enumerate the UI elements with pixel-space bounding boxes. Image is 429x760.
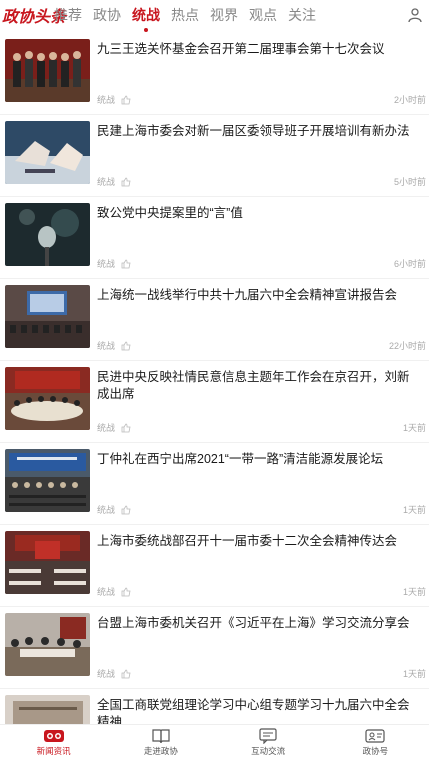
- news-title: 民建上海市委会对新一届区委领导班子开展培训有新办法: [97, 124, 410, 138]
- tab-hot[interactable]: 热点: [171, 5, 199, 25]
- news-title: 台盟上海市委机关召开《习近平在上海》学习交流分享会: [97, 616, 410, 630]
- thumbs-up-icon[interactable]: [121, 177, 131, 187]
- news-source: 统战: [97, 341, 116, 351]
- id-card-icon: [365, 729, 385, 743]
- thumbs-up-icon[interactable]: [121, 341, 131, 351]
- nav-cppcc-account[interactable]: 政协号: [322, 725, 429, 760]
- top-bar: 政协头条 推荐 政协 统战 热点 视界 观点 关注: [0, 0, 429, 32]
- thumbs-up-icon[interactable]: [121, 423, 131, 433]
- news-source: 统战: [97, 669, 116, 679]
- news-meta: 统战: [97, 175, 131, 188]
- news-source: 统战: [97, 505, 116, 515]
- news-glasses-icon: [43, 730, 64, 742]
- news-meta: 统战: [97, 667, 131, 680]
- news-source: 统战: [97, 587, 116, 597]
- nav-about-cppcc[interactable]: 走进政协: [107, 725, 214, 760]
- news-thumbnail: [5, 367, 90, 430]
- news-item[interactable]: 上海统一战线举行中共十九届六中全会精神宣讲报告会 统战 22小时前: [0, 279, 429, 361]
- news-meta: 统战: [97, 257, 131, 270]
- news-item[interactable]: 上海市委统战部召开十一届市委十二次全会精神传达会 统战 1天前: [0, 525, 429, 607]
- news-time: 6小时前: [393, 259, 426, 269]
- user-icon[interactable]: [407, 7, 423, 23]
- bottom-nav: 新闻资讯 走进政协 互动交流 政协号: [0, 724, 429, 760]
- thumbs-up-icon[interactable]: [121, 669, 131, 679]
- news-source: 统战: [97, 423, 116, 433]
- news-time: 5小时前: [393, 177, 426, 187]
- nav-label: 政协号: [362, 746, 389, 756]
- news-meta: 统战: [97, 339, 131, 352]
- news-time: 1天前: [402, 423, 426, 433]
- thumbs-up-icon[interactable]: [121, 259, 131, 269]
- news-item[interactable]: 丁仲礼在西宁出席2021“一带一路”清洁能源发展论坛 统战 1天前: [0, 443, 429, 525]
- news-thumbnail: [5, 285, 90, 348]
- nav-label: 新闻资讯: [36, 746, 71, 756]
- news-title: 上海统一战线举行中共十九届六中全会精神宣讲报告会: [97, 288, 398, 302]
- news-title: 致公党中央提案里的“言”值: [97, 206, 243, 220]
- news-source: 统战: [97, 95, 116, 105]
- news-thumbnail: [5, 39, 90, 102]
- news-title: 上海市委统战部召开十一届市委十二次全会精神传达会: [97, 534, 398, 548]
- news-time: 1天前: [402, 669, 426, 679]
- news-thumbnail: [5, 121, 90, 184]
- news-item[interactable]: 台盟上海市委机关召开《习近平在上海》学习交流分享会 统战 1天前: [0, 607, 429, 689]
- nav-news[interactable]: 新闻资讯: [0, 725, 107, 760]
- tab-vision[interactable]: 视界: [210, 5, 238, 25]
- tab-united-front[interactable]: 统战: [132, 5, 160, 32]
- news-title: 民进中央反映社情民意信息主题年工作会在京召开，刘新成出席: [97, 370, 410, 401]
- news-list: 九三王选关怀基金会召开第二届理事会第十七次会议 统战 2小时前 民建上海市委会对…: [0, 33, 429, 760]
- news-item[interactable]: 民进中央反映社情民意信息主题年工作会在京召开，刘新成出席 统战 1天前: [0, 361, 429, 443]
- nav-label: 走进政协: [143, 746, 178, 756]
- news-meta: 统战: [97, 585, 131, 598]
- tab-opinion[interactable]: 观点: [249, 5, 277, 25]
- news-thumbnail: [5, 531, 90, 594]
- nav-label: 互动交流: [251, 746, 286, 756]
- news-item[interactable]: 民建上海市委会对新一届区委领导班子开展培训有新办法 统战 5小时前: [0, 115, 429, 197]
- news-meta: 统战: [97, 421, 131, 434]
- thumbs-up-icon[interactable]: [121, 95, 131, 105]
- category-tabs: 推荐 政协 统战 热点 视界 观点 关注: [54, 5, 327, 32]
- thumbs-up-icon[interactable]: [121, 505, 131, 515]
- nav-interaction[interactable]: 互动交流: [215, 725, 322, 760]
- tab-follow[interactable]: 关注: [288, 5, 316, 25]
- news-title: 丁仲礼在西宁出席2021“一带一路”清洁能源发展论坛: [97, 452, 384, 466]
- news-source: 统战: [97, 177, 116, 187]
- tab-cppcc[interactable]: 政协: [93, 5, 121, 25]
- news-time: 1天前: [402, 505, 426, 515]
- app-logo: 政协头条: [2, 7, 67, 26]
- news-time: 1天前: [402, 587, 426, 597]
- news-meta: 统战: [97, 503, 131, 516]
- thumbs-up-icon[interactable]: [121, 587, 131, 597]
- book-icon: [152, 729, 170, 744]
- news-meta: 统战: [97, 93, 131, 106]
- news-item[interactable]: 九三王选关怀基金会召开第二届理事会第十七次会议 统战 2小时前: [0, 33, 429, 115]
- news-thumbnail: [5, 449, 90, 512]
- news-time: 22小时前: [388, 341, 426, 351]
- news-item[interactable]: 致公党中央提案里的“言”值 统战 6小时前: [0, 197, 429, 279]
- tab-recommend[interactable]: 推荐: [54, 5, 82, 25]
- news-thumbnail: [5, 203, 90, 266]
- chat-icon: [259, 728, 277, 744]
- news-title: 九三王选关怀基金会召开第二届理事会第十七次会议: [97, 42, 385, 56]
- news-time: 2小时前: [393, 95, 426, 105]
- news-thumbnail: [5, 613, 90, 676]
- news-source: 统战: [97, 259, 116, 269]
